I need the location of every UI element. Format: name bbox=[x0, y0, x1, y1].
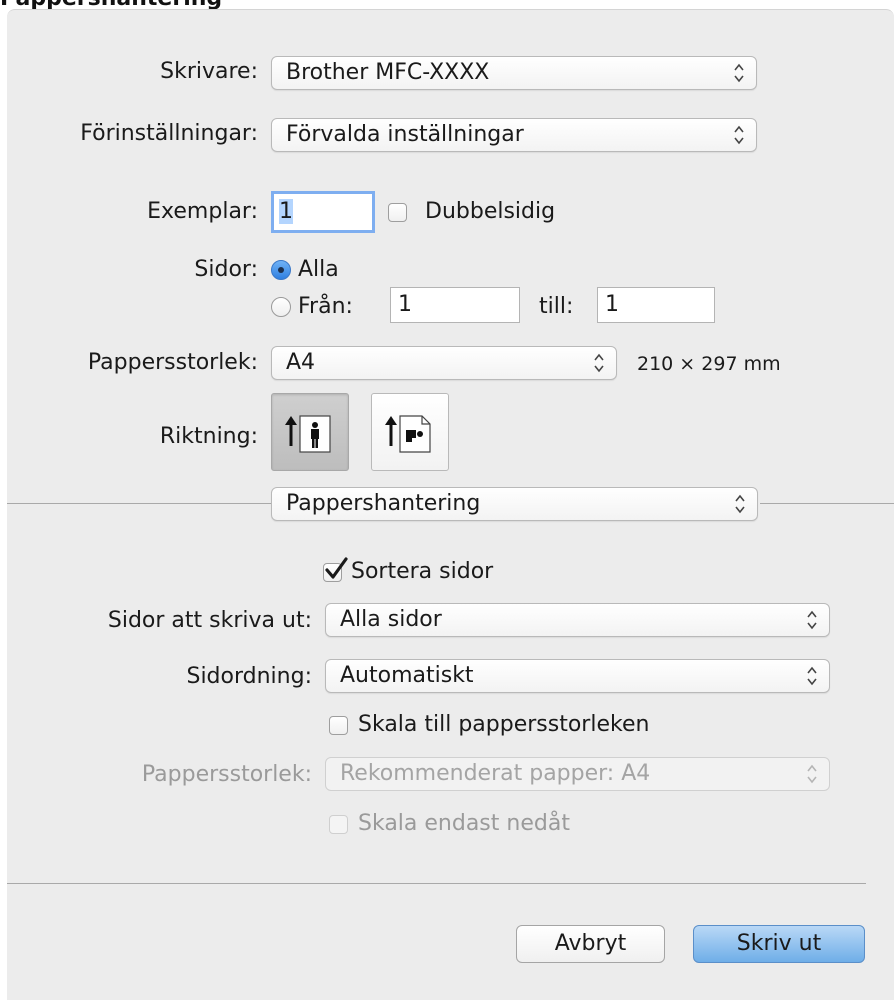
portrait-orientation-button[interactable] bbox=[271, 393, 349, 471]
checkmark-icon bbox=[325, 557, 348, 579]
stepper-arrows-icon bbox=[594, 353, 604, 373]
duplex-label: Dubbelsidig bbox=[425, 199, 556, 224]
presets-label: Förinställningar: bbox=[80, 121, 258, 146]
stepper-arrows-icon bbox=[734, 63, 744, 83]
paper-size-value: A4 bbox=[286, 350, 316, 375]
pages-from-label: Från: bbox=[298, 294, 353, 319]
dest-paper-size-value: Rekommenderat papper: A4 bbox=[340, 761, 651, 786]
bottom-divider bbox=[7, 883, 866, 884]
pages-label: Sidor: bbox=[194, 257, 258, 282]
pages-from-input[interactable]: 1 bbox=[390, 287, 520, 323]
pages-all-label: Alla bbox=[298, 257, 339, 282]
pages-to-input[interactable]: 1 bbox=[597, 287, 715, 323]
dest-paper-size-popup[interactable]: Rekommenderat papper: A4 bbox=[325, 757, 830, 791]
scale-down-only-checkbox[interactable] bbox=[329, 815, 348, 834]
printer-label: Skrivare: bbox=[160, 59, 258, 84]
print-button[interactable]: Skriv ut bbox=[693, 925, 865, 963]
pages-to-print-label: Sidor att skriva ut: bbox=[107, 608, 312, 633]
dest-paper-size-label: Pappersstorlek: bbox=[141, 762, 312, 787]
landscape-orientation-button[interactable] bbox=[371, 393, 449, 471]
printer-popup[interactable]: Brother MFC-XXXX bbox=[271, 56, 757, 90]
orientation-label: Riktning: bbox=[159, 424, 258, 449]
duplex-checkbox[interactable] bbox=[388, 203, 407, 222]
scale-to-fit-checkbox[interactable] bbox=[329, 716, 348, 735]
presets-value: Förvalda inställningar bbox=[286, 122, 524, 147]
printer-value: Brother MFC-XXXX bbox=[286, 60, 490, 85]
page-order-label: Sidordning: bbox=[186, 664, 312, 689]
section-value: Pappershantering bbox=[286, 491, 481, 516]
scale-down-only-label: Skala endast nedåt bbox=[358, 811, 570, 836]
page-order-value: Automatiskt bbox=[340, 663, 474, 688]
presets-popup[interactable]: Förvalda inställningar bbox=[271, 118, 757, 152]
pages-all-radio[interactable] bbox=[271, 260, 291, 280]
collate-checkbox[interactable] bbox=[323, 557, 348, 582]
copies-input[interactable]: 1 bbox=[271, 191, 375, 233]
paper-dimensions: 210 × 297 mm bbox=[637, 353, 781, 375]
collate-label: Sortera sidor bbox=[351, 559, 494, 584]
section-popup[interactable]: Pappershantering bbox=[271, 487, 758, 521]
paper-size-popup[interactable]: A4 bbox=[271, 346, 617, 380]
section-divider-right bbox=[760, 503, 894, 504]
stepper-arrows-icon bbox=[735, 494, 745, 514]
stepper-arrows-icon bbox=[807, 666, 817, 686]
stepper-arrows-icon bbox=[807, 610, 817, 630]
pages-to-print-value: Alla sidor bbox=[340, 607, 442, 632]
landscape-orientation-icon bbox=[385, 415, 431, 453]
pages-to-label: till: bbox=[539, 294, 574, 319]
copies-value: 1 bbox=[279, 199, 293, 224]
portrait-orientation-icon bbox=[285, 415, 331, 453]
section-divider-left bbox=[7, 503, 271, 504]
pages-from-radio[interactable] bbox=[271, 297, 291, 317]
cancel-button[interactable]: Avbryt bbox=[516, 925, 665, 963]
scale-to-fit-label: Skala till pappersstorleken bbox=[358, 712, 650, 737]
pages-to-print-popup[interactable]: Alla sidor bbox=[325, 603, 830, 637]
page-order-popup[interactable]: Automatiskt bbox=[325, 659, 830, 693]
stepper-arrows-icon bbox=[807, 764, 817, 784]
paper-size-label: Pappersstorlek: bbox=[87, 350, 258, 375]
stepper-arrows-icon bbox=[734, 125, 744, 145]
copies-label: Exemplar: bbox=[147, 199, 258, 224]
